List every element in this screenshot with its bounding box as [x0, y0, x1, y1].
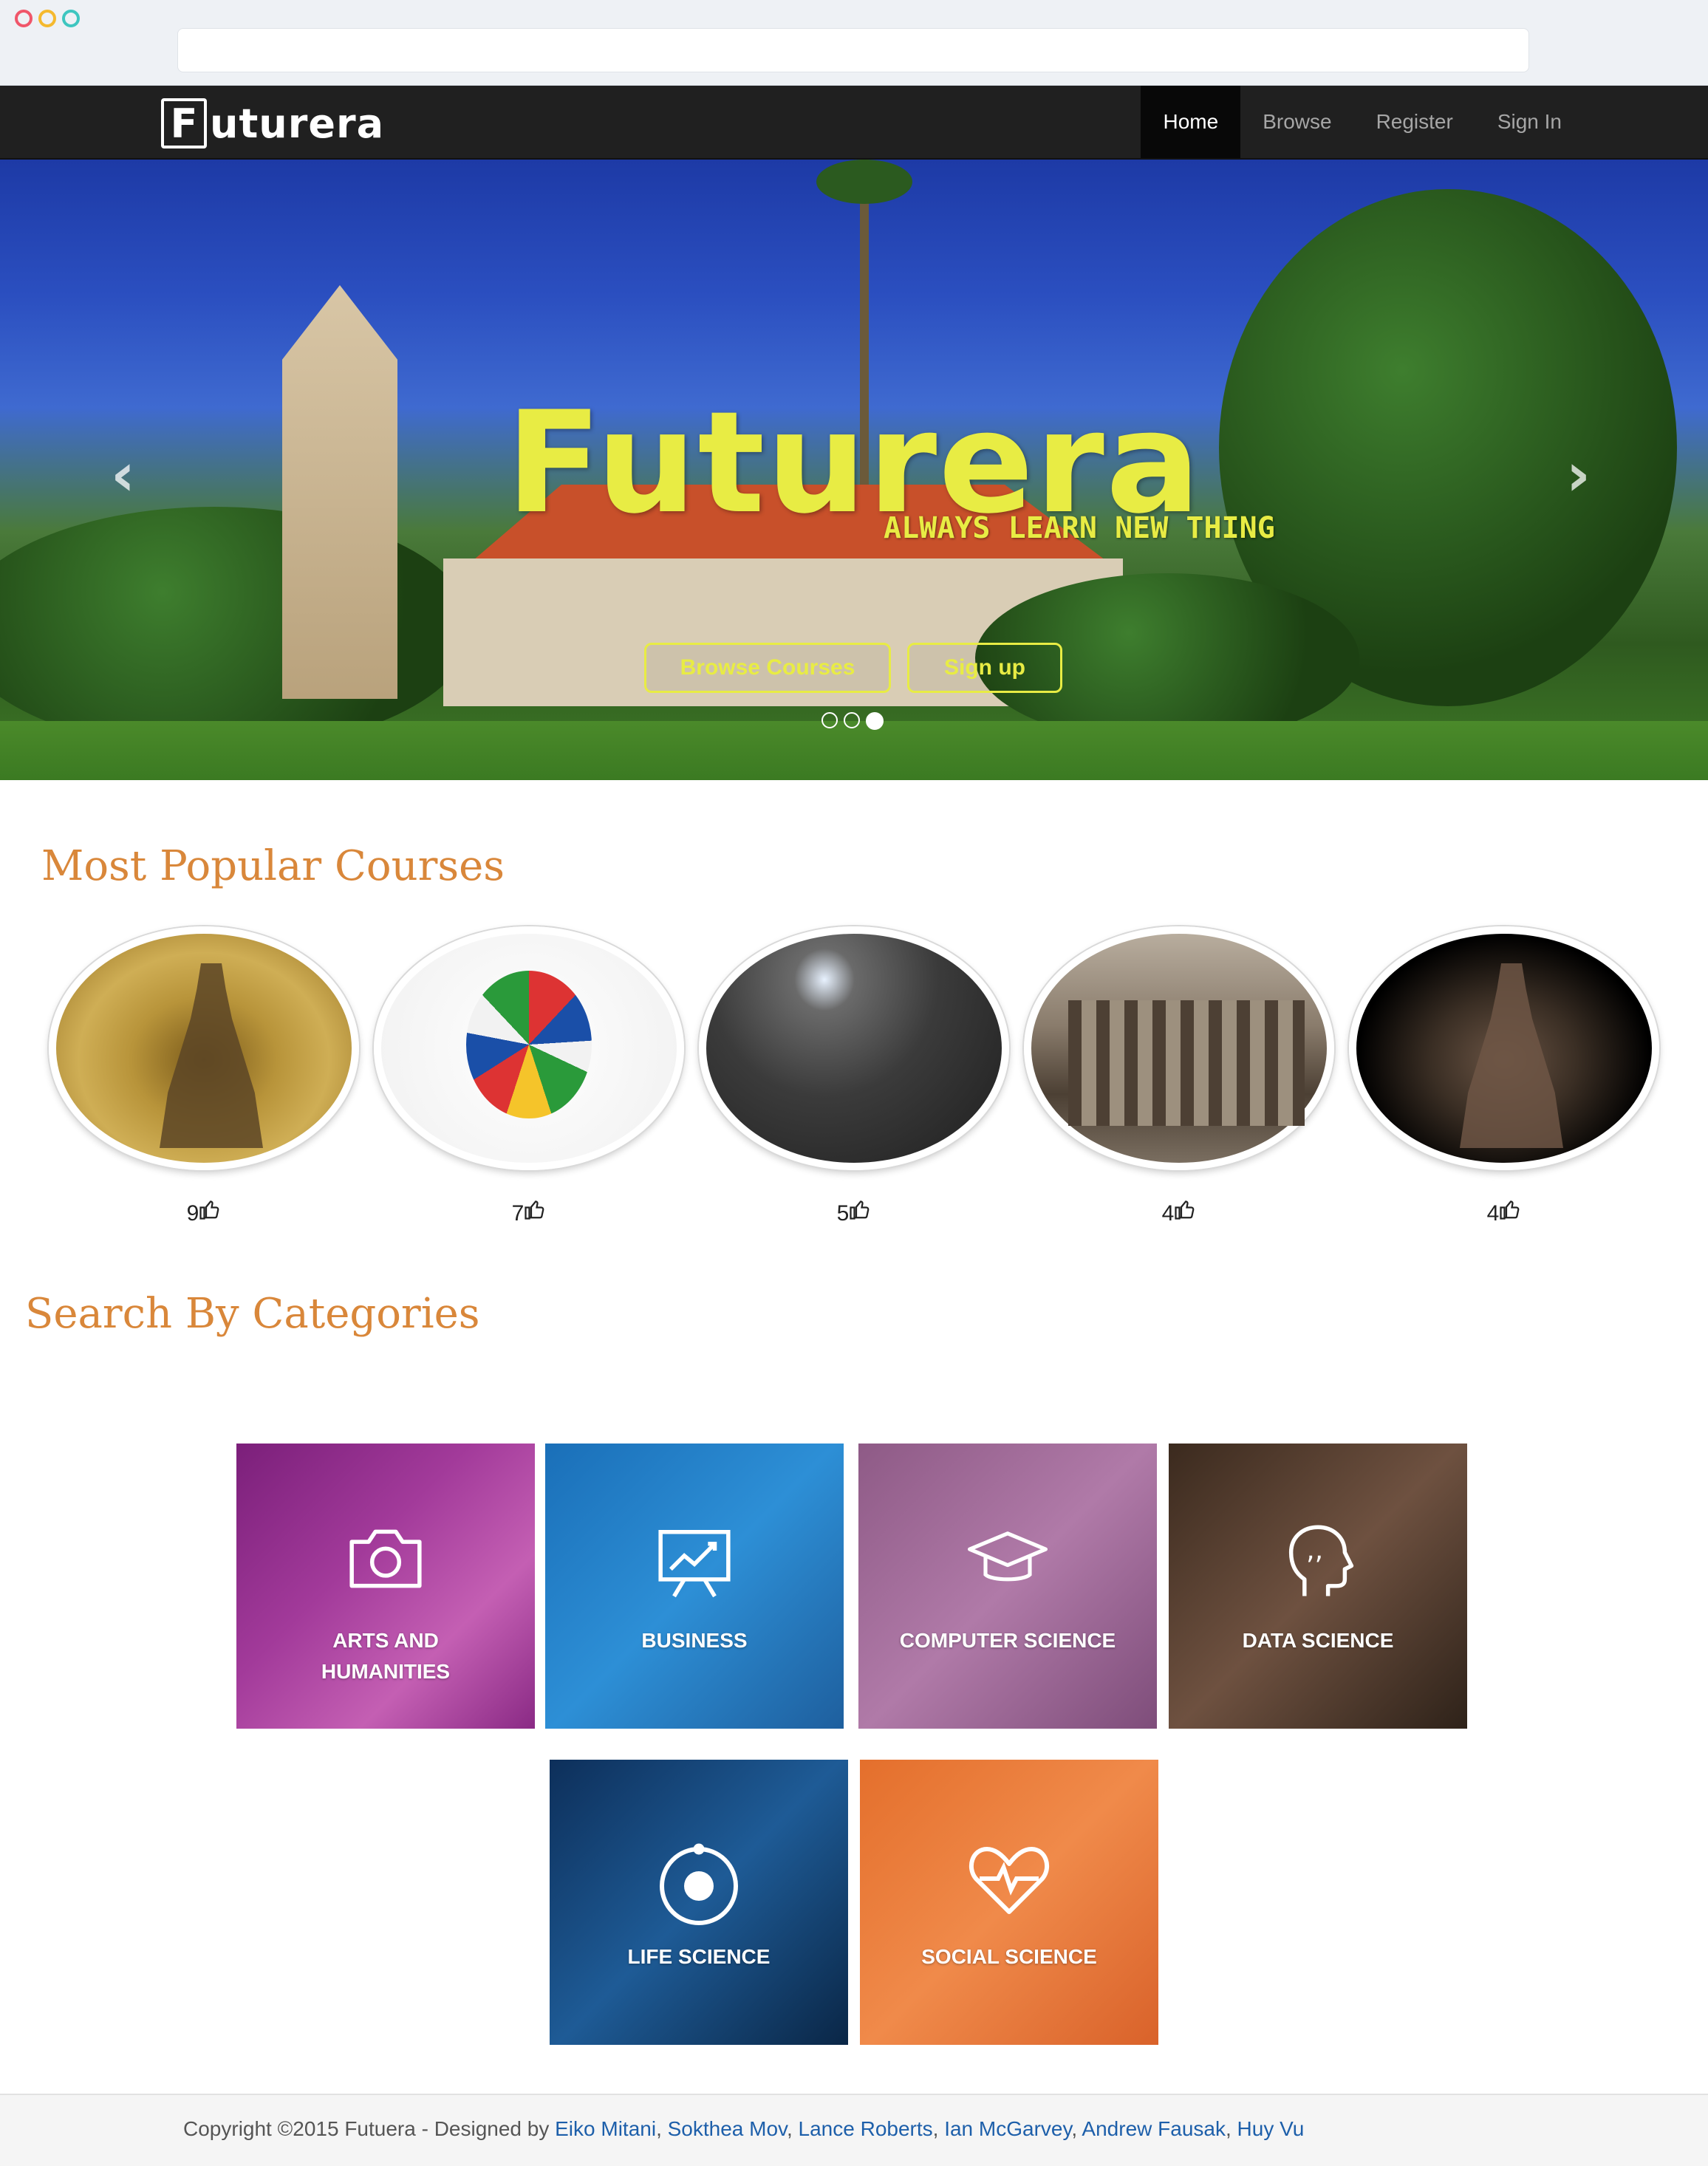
author-link[interactable]: Eiko Mitani	[555, 2117, 656, 2140]
category-label: DATA SCIENCE	[1242, 1629, 1394, 1652]
carousel-indicators	[821, 712, 884, 730]
course-likes: 5	[810, 1198, 898, 1226]
course-image-art	[466, 971, 592, 1118]
atom-circle-icon	[550, 1838, 848, 1927]
author-link[interactable]: Lance Roberts	[799, 2117, 933, 2140]
category-label-line: HUMANITIES	[321, 1660, 451, 1683]
nav-home[interactable]: Home	[1141, 86, 1241, 158]
popular-courses-title: Most Popular Courses	[41, 842, 505, 890]
logo-mark: F	[161, 98, 207, 148]
sign-up-button[interactable]: Sign up	[907, 643, 1062, 693]
page-footer: Copyright ©2015 Futuera - Designed by Ei…	[0, 2094, 1708, 2166]
nav-sign-in[interactable]: Sign In	[1475, 86, 1584, 158]
course-likes: 9	[160, 1198, 248, 1226]
maximize-window-icon[interactable]	[62, 10, 80, 27]
course-likes: 4	[1460, 1198, 1548, 1226]
author-link[interactable]: Sokthea Mov	[668, 2117, 787, 2140]
thumbs-up-icon[interactable]	[199, 1198, 221, 1226]
likes-count: 4	[1161, 1201, 1175, 1226]
author-separator: ,	[656, 2117, 668, 2140]
category-arts-and-humanities[interactable]: ARTS AND HUMANITIES	[236, 1444, 535, 1729]
course-image[interactable]	[374, 926, 684, 1170]
hero-tagline: ALWAYS LEARN NEW THING	[884, 511, 1275, 545]
thumbs-up-icon[interactable]	[1174, 1198, 1196, 1226]
likes-count: 4	[1486, 1201, 1500, 1226]
course-card[interactable]	[699, 926, 1009, 1170]
course-image-art	[1068, 1000, 1305, 1126]
carousel-indicator[interactable]	[844, 712, 860, 728]
course-image[interactable]	[1024, 926, 1334, 1170]
graduation-cap-icon	[858, 1522, 1157, 1596]
author-separator: ,	[932, 2117, 945, 2140]
categories-title: Search By Categories	[25, 1290, 480, 1338]
course-card[interactable]	[49, 926, 359, 1170]
author-separator: ,	[786, 2117, 799, 2140]
category-life-science[interactable]: LIFE SCIENCE	[550, 1760, 848, 2045]
author-link[interactable]: Andrew Fausak	[1082, 2117, 1226, 2140]
carousel-indicator[interactable]	[821, 712, 838, 728]
course-likes: 7	[485, 1198, 573, 1226]
author-separator: ,	[1071, 2117, 1082, 2140]
category-business[interactable]: BUSINESS	[545, 1444, 844, 1729]
likes-count: 7	[511, 1201, 525, 1226]
course-image[interactable]	[699, 926, 1009, 1170]
category-social-science[interactable]: SOCIAL SCIENCE	[860, 1760, 1158, 2045]
svg-text:,,: ,,	[1306, 1534, 1323, 1565]
category-data-science[interactable]: ,, DATA SCIENCE	[1169, 1444, 1467, 1729]
category-computer-science[interactable]: COMPUTER SCIENCE	[858, 1444, 1157, 1729]
copyright-prefix: Copyright ©2015 Futuera - Designed by	[183, 2117, 556, 2140]
close-window-icon[interactable]	[15, 10, 33, 27]
course-card[interactable]	[1024, 926, 1334, 1170]
course-image[interactable]	[1349, 926, 1659, 1170]
author-separator: ,	[1225, 2117, 1237, 2140]
minimize-window-icon[interactable]	[38, 10, 56, 27]
category-label: COMPUTER SCIENCE	[899, 1629, 1116, 1652]
thumbs-up-icon[interactable]	[849, 1198, 871, 1226]
category-label: LIFE SCIENCE	[627, 1945, 771, 1968]
hero-bg-palm-top	[816, 160, 912, 204]
carousel-indicator-active[interactable]	[866, 712, 884, 730]
category-label: SOCIAL SCIENCE	[921, 1945, 1097, 1968]
course-image[interactable]	[49, 926, 359, 1170]
chart-board-icon	[545, 1522, 844, 1603]
author-link[interactable]: Ian McGarvey	[944, 2117, 1071, 2140]
thumbs-up-icon[interactable]	[1499, 1198, 1521, 1226]
browser-chrome	[0, 0, 1708, 86]
category-label: BUSINESS	[641, 1629, 748, 1652]
head-quote-icon: ,,	[1169, 1522, 1467, 1603]
course-card[interactable]	[374, 926, 684, 1170]
thumbs-up-icon[interactable]	[524, 1198, 546, 1226]
heart-pulse-icon	[860, 1838, 1158, 1919]
hero-title: Futurera	[505, 381, 1203, 544]
logo-text: uturera	[210, 100, 385, 147]
camera-icon	[236, 1522, 535, 1596]
likes-count: 5	[836, 1201, 850, 1226]
hero-bg-lawn	[0, 721, 1708, 780]
hero-carousel: ‹ › Futurera ALWAYS LEARN NEW THING Brow…	[0, 160, 1708, 780]
address-bar[interactable]	[177, 28, 1529, 72]
nav-browse[interactable]: Browse	[1240, 86, 1353, 158]
course-card[interactable]	[1349, 926, 1659, 1170]
course-likes: 4	[1135, 1198, 1223, 1226]
course-image-art	[1460, 963, 1563, 1148]
category-label-line: ARTS AND	[332, 1629, 439, 1652]
course-image-art	[160, 963, 263, 1148]
nav-register[interactable]: Register	[1354, 86, 1475, 158]
likes-count: 9	[186, 1201, 199, 1226]
site-logo[interactable]: F uturera	[161, 95, 384, 152]
top-navbar: F uturera Home Browse Register Sign In	[0, 86, 1708, 160]
category-label: ARTS AND HUMANITIES	[236, 1625, 535, 1687]
author-link[interactable]: Huy Vu	[1237, 2117, 1305, 2140]
main-nav: Home Browse Register Sign In	[1141, 86, 1584, 158]
browse-courses-button[interactable]: Browse Courses	[644, 643, 891, 693]
copyright-text: Copyright ©2015 Futuera - Designed by Ei…	[183, 2117, 1304, 2141]
